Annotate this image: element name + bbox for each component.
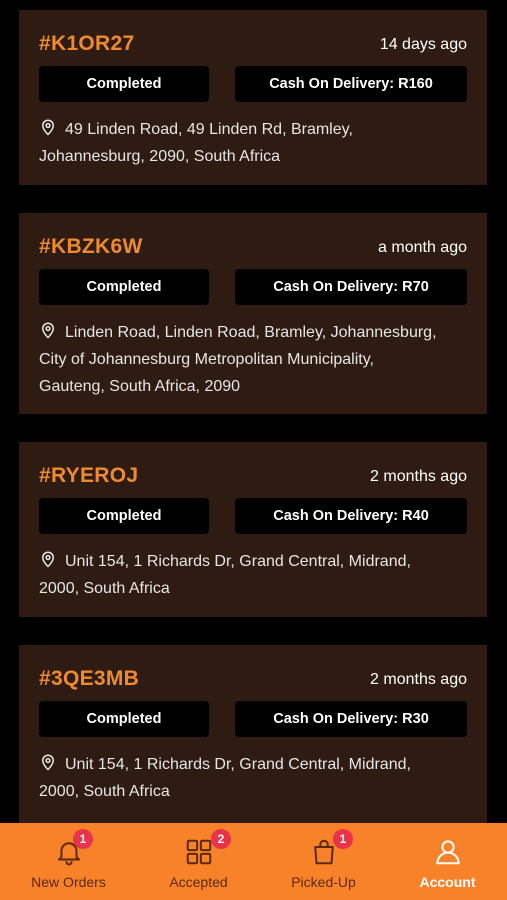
order-card[interactable]: #K1OR27 14 days ago Completed Cash On De… bbox=[19, 10, 487, 185]
order-address: Unit 154, 1 Richards Dr, Grand Central, … bbox=[39, 751, 473, 805]
order-header: #RYEROJ 2 months ago bbox=[39, 464, 467, 494]
address-line: City of Johannesburg Metropolitan Munici… bbox=[39, 351, 374, 368]
map-pin-icon bbox=[41, 551, 55, 568]
order-time: a month ago bbox=[378, 239, 467, 256]
order-header: #K1OR27 14 days ago bbox=[39, 32, 467, 62]
payment-badge: Cash On Delivery: R40 bbox=[235, 498, 467, 534]
map-pin-icon bbox=[41, 119, 55, 136]
order-id: #3QE3MB bbox=[39, 667, 140, 690]
order-id: #RYEROJ bbox=[39, 464, 139, 487]
order-address: Unit 154, 1 Richards Dr, Grand Central, … bbox=[39, 548, 473, 602]
tab-label: Picked-Up bbox=[291, 874, 356, 890]
tab-new-orders[interactable]: 1 New Orders bbox=[5, 823, 132, 900]
tab-label: Account bbox=[419, 874, 476, 890]
payment-badge: Cash On Delivery: R160 bbox=[235, 66, 467, 102]
address-line: 49 Linden Road, 49 Linden Rd, Bramley, bbox=[65, 121, 353, 138]
address-line: Unit 154, 1 Richards Dr, Grand Central, … bbox=[65, 553, 411, 570]
status-badge: Completed bbox=[39, 269, 209, 305]
order-address: 49 Linden Road, 49 Linden Rd, Bramley, J… bbox=[39, 116, 473, 170]
address-line: 2000, South Africa bbox=[39, 580, 170, 597]
grid-icon bbox=[186, 839, 211, 865]
user-icon bbox=[435, 840, 460, 865]
map-pin-icon bbox=[41, 754, 55, 771]
tab-account[interactable]: Account bbox=[384, 823, 507, 900]
notification-badge: 1 bbox=[333, 829, 353, 849]
order-card[interactable]: #RYEROJ 2 months ago Completed Cash On D… bbox=[19, 442, 487, 617]
address-line: Unit 154, 1 Richards Dr, Grand Central, … bbox=[65, 756, 411, 773]
order-header: #3QE3MB 2 months ago bbox=[39, 667, 467, 697]
status-badge: Completed bbox=[39, 498, 209, 534]
notification-badge: 1 bbox=[73, 829, 93, 849]
address-line: Johannesburg, 2090, South Africa bbox=[39, 148, 281, 165]
tab-label: Accepted bbox=[169, 874, 228, 890]
map-pin-icon bbox=[41, 322, 55, 339]
status-badge: Completed bbox=[39, 701, 209, 737]
address-line: Gauteng, South Africa, 2090 bbox=[39, 378, 241, 395]
payment-badge: Cash On Delivery: R30 bbox=[235, 701, 467, 737]
order-address: Linden Road, Linden Road, Bramley, Johan… bbox=[39, 319, 473, 400]
orders-list[interactable]: #K1OR27 14 days ago Completed Cash On De… bbox=[0, 0, 507, 823]
order-card[interactable]: #3QE3MB 2 months ago Completed Cash On D… bbox=[19, 645, 487, 823]
order-time: 2 months ago bbox=[370, 468, 467, 485]
status-badge: Completed bbox=[39, 66, 209, 102]
tab-accepted[interactable]: 2 Accepted bbox=[135, 823, 262, 900]
order-time: 2 months ago bbox=[370, 671, 467, 688]
tab-picked-up[interactable]: 1 Picked-Up bbox=[260, 823, 387, 900]
tab-label: New Orders bbox=[31, 874, 106, 890]
order-header: #KBZK6W a month ago bbox=[39, 235, 467, 265]
notification-badge: 2 bbox=[211, 829, 231, 849]
address-line: Linden Road, Linden Road, Bramley, Johan… bbox=[65, 324, 437, 341]
order-time: 14 days ago bbox=[379, 36, 467, 53]
order-id: #K1OR27 bbox=[39, 32, 135, 55]
order-id: #KBZK6W bbox=[39, 235, 143, 258]
payment-badge: Cash On Delivery: R70 bbox=[235, 269, 467, 305]
address-line: 2000, South Africa bbox=[39, 783, 170, 800]
bottom-tab-bar: 1 New Orders 2 Accepted 1 Picked-Up Acco… bbox=[0, 823, 507, 900]
order-card[interactable]: #KBZK6W a month ago Completed Cash On De… bbox=[19, 213, 487, 414]
